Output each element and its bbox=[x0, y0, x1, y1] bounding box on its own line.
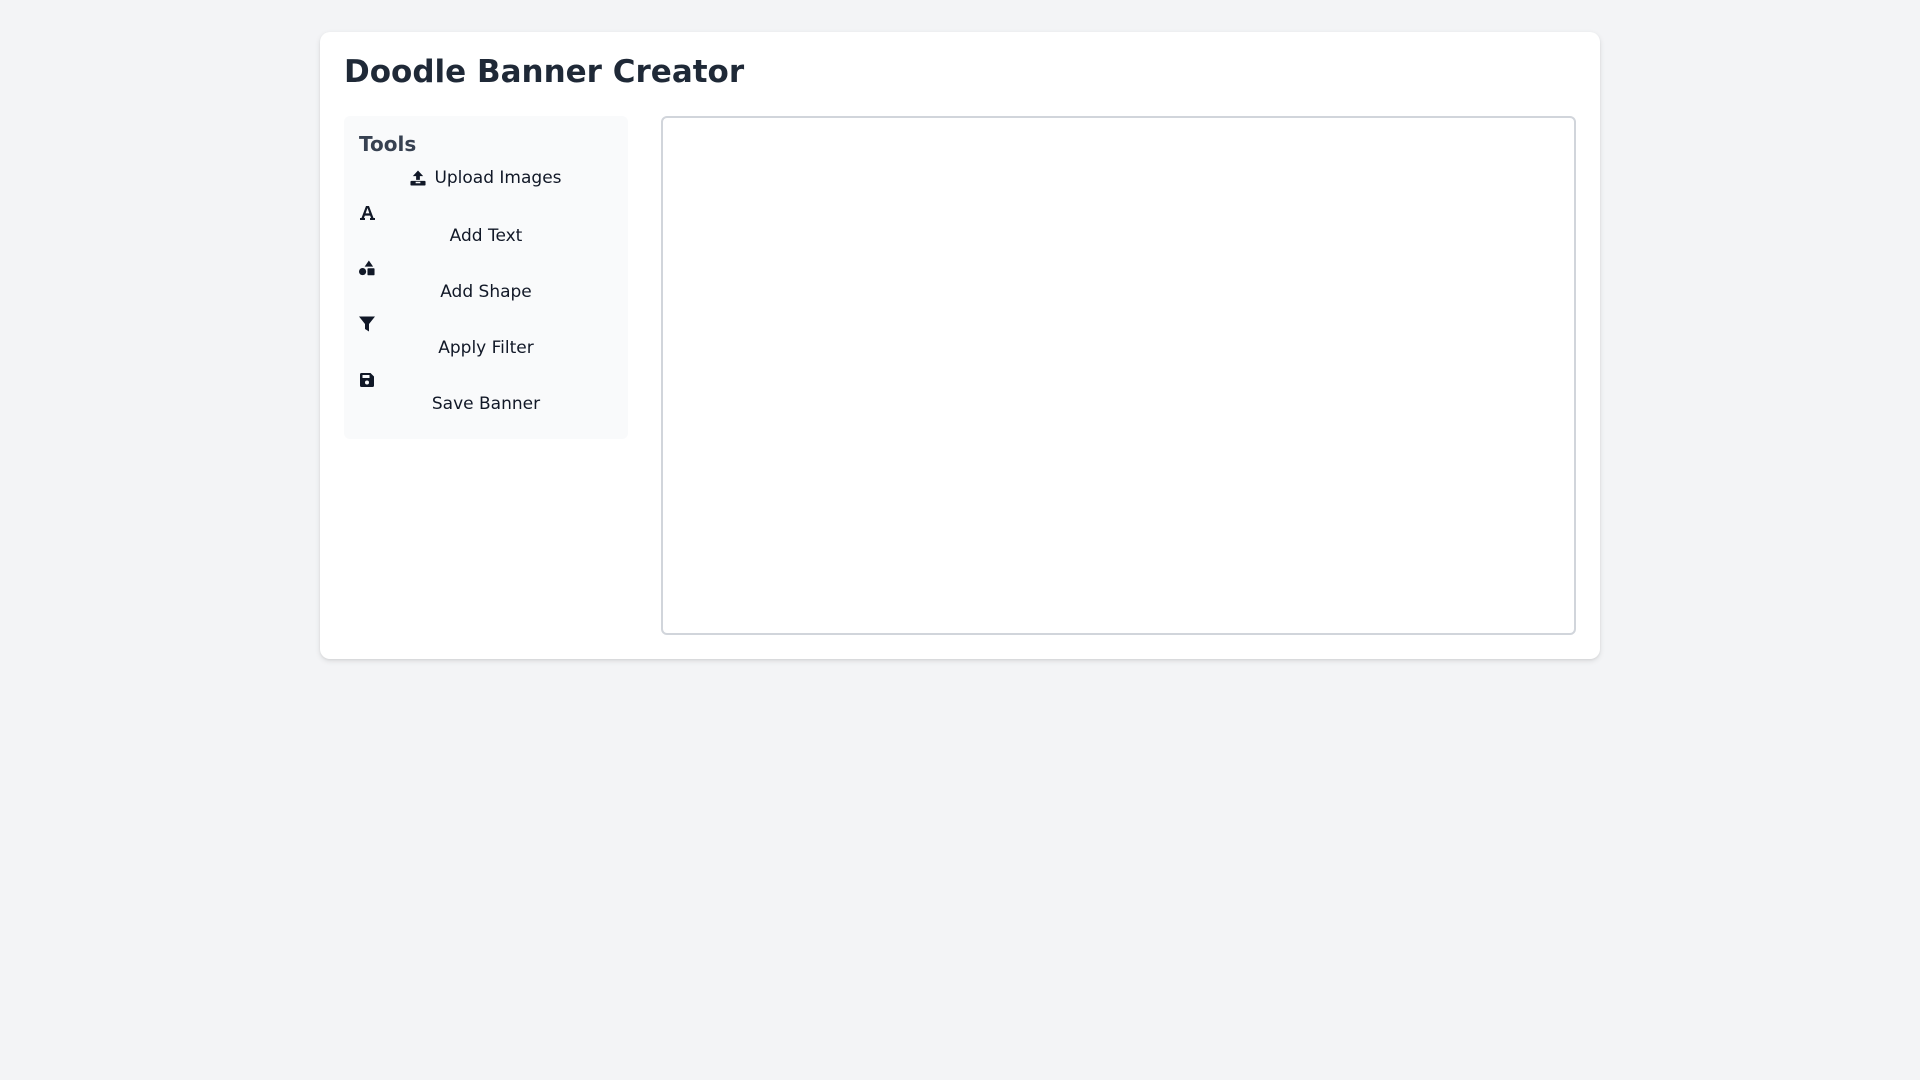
apply-filter-button[interactable]: Apply Filter bbox=[359, 314, 613, 370]
upload-icon bbox=[410, 170, 426, 186]
shapes-icon bbox=[359, 260, 375, 276]
tool-list: Upload Images Add Text Add Shape Apply F… bbox=[359, 156, 613, 426]
font-icon bbox=[359, 204, 375, 220]
tools-heading: Tools bbox=[359, 132, 417, 156]
apply-filter-label: Apply Filter bbox=[438, 338, 534, 358]
upload-images-row: Upload Images bbox=[359, 168, 613, 188]
upload-images-button[interactable]: Upload Images bbox=[359, 156, 613, 202]
upload-images-label: Upload Images bbox=[434, 168, 562, 188]
add-shape-label: Add Shape bbox=[440, 282, 532, 302]
add-text-label: Add Text bbox=[449, 226, 523, 246]
app-card: Doodle Banner Creator Tools Upload Image… bbox=[320, 32, 1600, 659]
add-text-button[interactable]: Add Text bbox=[359, 202, 613, 258]
save-banner-label: Save Banner bbox=[431, 394, 541, 414]
banner-canvas[interactable] bbox=[661, 116, 1576, 635]
page-title: Doodle Banner Creator bbox=[344, 54, 745, 90]
save-icon bbox=[359, 372, 375, 388]
filter-icon bbox=[359, 316, 375, 332]
save-banner-button[interactable]: Save Banner bbox=[359, 370, 613, 426]
tools-panel: Tools Upload Images Add Text Add Shape A… bbox=[344, 116, 628, 439]
add-shape-button[interactable]: Add Shape bbox=[359, 258, 613, 314]
